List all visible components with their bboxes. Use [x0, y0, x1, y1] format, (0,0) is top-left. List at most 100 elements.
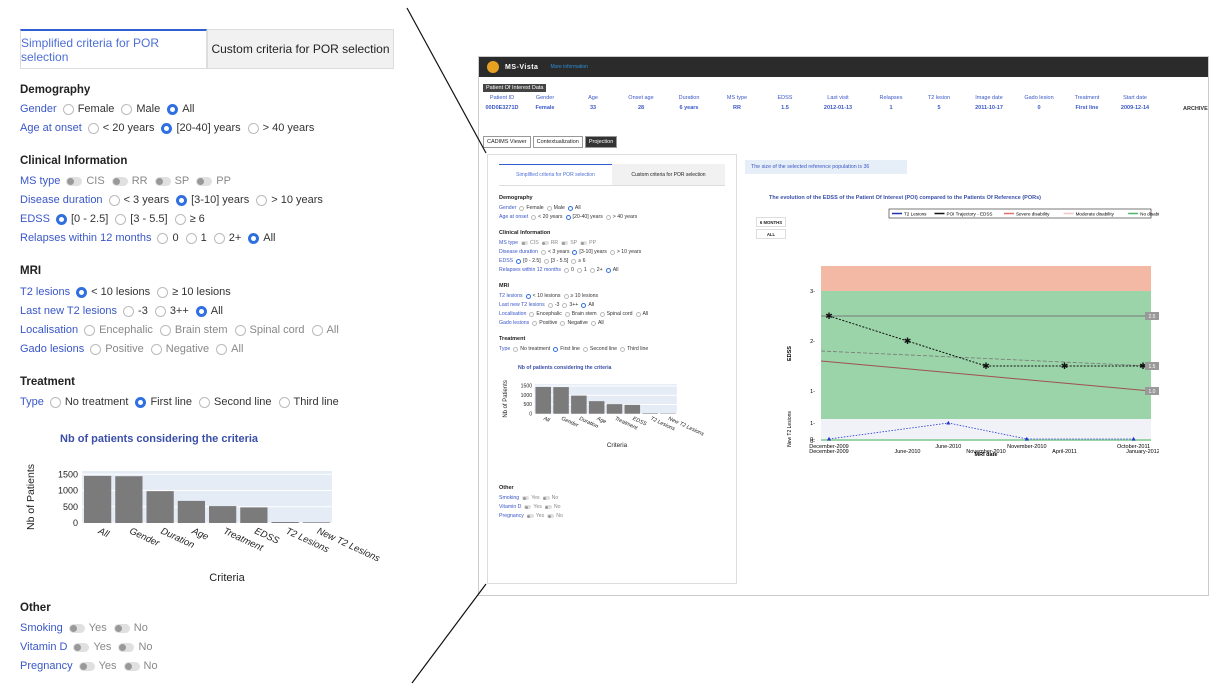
age-lt20-radio[interactable]: < 20 years	[87, 122, 154, 134]
loc-spinal-radio[interactable]: Spinal cord	[234, 324, 305, 336]
relapses-0-radio[interactable]: 0	[157, 232, 179, 244]
gender-male-radio[interactable]: Male	[121, 103, 160, 115]
bar-gender	[553, 387, 569, 414]
duration-lt3-radio[interactable]: < 3 years	[108, 194, 169, 206]
bar-all	[84, 475, 112, 523]
loc-encephalic-radio[interactable]: Encephalic	[84, 324, 153, 336]
legend-label: No disability	[1140, 212, 1159, 217]
y-tick-label: 3-	[810, 289, 815, 295]
new-t2-3plus-radio[interactable]: 3++	[154, 305, 189, 317]
ms-pp-toggle[interactable]: PP	[196, 175, 231, 187]
bar-duration	[146, 491, 174, 523]
app-name: MS-Vista	[505, 63, 539, 71]
age-gt40-radio[interactable]: > 40 years	[247, 122, 314, 134]
mini-section-demography: Demography	[499, 195, 533, 201]
t2-ge10-radio[interactable]: ≥ 10 lesions	[157, 286, 231, 298]
duration-row: Disease duration < 3 years [3-10] years …	[20, 194, 330, 206]
mini-criteria-panel: Simplified criteria for POR selection Cu…	[487, 154, 737, 584]
new-t2-all-radio[interactable]: All	[195, 305, 223, 317]
smoking-yes-toggle[interactable]: Yes	[68, 622, 107, 634]
y-axis-label: Nb of Patients	[25, 464, 37, 530]
treat-first-radio[interactable]: First line	[135, 396, 192, 408]
x-tick-label: November-2010	[1007, 444, 1046, 450]
duration-3-10-radio[interactable]: [3-10] years	[176, 194, 249, 206]
patient-value-cell: 6 years	[679, 105, 699, 111]
y-tick-label: 500	[523, 402, 532, 408]
patient-header-cell: Gado lesion	[1024, 95, 1054, 101]
treat-third-radio[interactable]: Third line	[278, 396, 339, 408]
tab-simplified-criteria[interactable]: Simplified criteria for POR selection	[20, 29, 207, 68]
age-row: Age at onset < 20 years [20-40] years > …	[20, 122, 321, 134]
zoomed-criteria-panel: Simplified criteria for POR selection Cu…	[0, 0, 410, 684]
section-treatment: Treatment	[20, 376, 75, 388]
treat-second-radio[interactable]: Second line	[199, 396, 272, 408]
archive-button[interactable]: ARCHIVE	[1183, 106, 1208, 112]
more-information-link[interactable]: More information	[550, 64, 588, 70]
pregnancy-yes-toggle[interactable]: Yes	[78, 660, 117, 672]
edss-3-5-radio[interactable]: [3 - 5.5]	[115, 213, 168, 225]
pregnancy-label: Pregnancy	[20, 660, 73, 672]
y-axis-label: New T2 Lesions	[787, 411, 793, 447]
gado-positive-radio[interactable]: Positive	[90, 343, 144, 355]
ms-rr-toggle[interactable]: RR	[111, 175, 148, 187]
vitd-yes-toggle[interactable]: Yes	[73, 641, 111, 653]
t2-lt10-radio[interactable]: < 10 lesions	[76, 286, 150, 298]
age-20-40-radio[interactable]: [20-40] years	[161, 122, 241, 134]
ms-cis-toggle[interactable]: CIS	[66, 175, 105, 187]
gender-female-radio[interactable]: Female	[62, 103, 114, 115]
gender-all-radio[interactable]: All	[167, 103, 194, 115]
localisation-row: Localisation Encephalic Brain stem Spina…	[20, 324, 346, 336]
edss-row: EDSS [0 - 2.5] [3 - 5.5] ≥ 6	[20, 213, 212, 225]
x-tick-label: All	[541, 415, 551, 424]
gado-all-radio[interactable]: All	[216, 343, 243, 355]
brain-logo-icon	[487, 61, 499, 73]
loc-all-radio[interactable]: All	[311, 324, 339, 336]
gender-row: Gender Female Male All	[20, 103, 201, 115]
new-t2-minus3-radio[interactable]: -3	[123, 305, 148, 317]
mini-bar-chart-title: Nb of patients considering the criteria	[518, 365, 612, 371]
x-axis-label: MRI date	[975, 452, 998, 458]
relapses-2plus-radio[interactable]: 2+	[213, 232, 241, 244]
duration-gt10-radio[interactable]: > 10 years	[256, 194, 323, 206]
ref-label: 1.5	[1149, 364, 1156, 370]
relapses-all-radio[interactable]: All	[248, 232, 276, 244]
smoking-no-toggle[interactable]: No	[113, 622, 148, 634]
bar-edss	[624, 404, 641, 414]
edss-ge6-radio[interactable]: ≥ 6	[174, 213, 205, 225]
criteria-bar-chart: 050010001500All GenderDurationAge Treatmen…	[25, 464, 382, 584]
section-mri: MRI	[20, 265, 42, 277]
loc-brainstem-radio[interactable]: Brain stem	[159, 324, 228, 336]
relapses-1-radio[interactable]: 1	[185, 232, 207, 244]
gender-label: Gender	[20, 103, 57, 115]
mini-gender-row: Gender Female Male All	[499, 205, 581, 211]
tab-custom-criteria[interactable]: Custom criteria for POR selection	[207, 29, 394, 68]
bar-t2-lesions	[642, 413, 658, 414]
ms-sp-toggle[interactable]: SP	[154, 175, 189, 187]
x-axis-label: Criteria	[607, 442, 628, 449]
x-tick-label: Duration	[578, 416, 599, 430]
mini-pregnancy-row: Pregnancy Yes No	[499, 513, 563, 519]
patient-value-cell: Female	[535, 105, 555, 111]
treat-none-radio[interactable]: No treatment	[49, 396, 128, 408]
poi-point-icon: ✱	[825, 311, 833, 321]
patient-header-cell: Duration	[678, 95, 700, 101]
patient-header-cell: Treatment	[1074, 95, 1100, 101]
mini-new-t2-row: Last new T2 lesions -3 3++ All	[499, 302, 595, 308]
mini-tab-simplified[interactable]: Simplified criteria for POR selection	[499, 164, 612, 185]
gado-negative-radio[interactable]: Negative	[150, 343, 209, 355]
tab-cadims-viewer[interactable]: CADIMS Viewer	[483, 136, 531, 148]
x-tick-label: Duration	[159, 526, 196, 551]
mini-tab-custom[interactable]: Custom criteria for POR selection	[612, 164, 725, 185]
ref-label: 1.0	[1149, 389, 1156, 395]
pregnancy-no-toggle[interactable]: No	[123, 660, 158, 672]
tab-projection[interactable]: Projection	[584, 136, 618, 148]
tab-contextualization[interactable]: Contextualization	[532, 136, 583, 148]
edss-label: EDSS	[20, 213, 50, 225]
patient-header-cell: EDSS	[777, 95, 793, 101]
bar-all	[535, 386, 552, 414]
x-tick-label: October-2011	[1117, 444, 1150, 450]
mini-vitd-row: Vitamin D Yes No	[499, 504, 561, 510]
x-tick-label: June-2010	[935, 444, 961, 450]
edss-0-2-radio[interactable]: [0 - 2.5]	[55, 213, 108, 225]
vitd-no-toggle[interactable]: No	[118, 641, 153, 653]
